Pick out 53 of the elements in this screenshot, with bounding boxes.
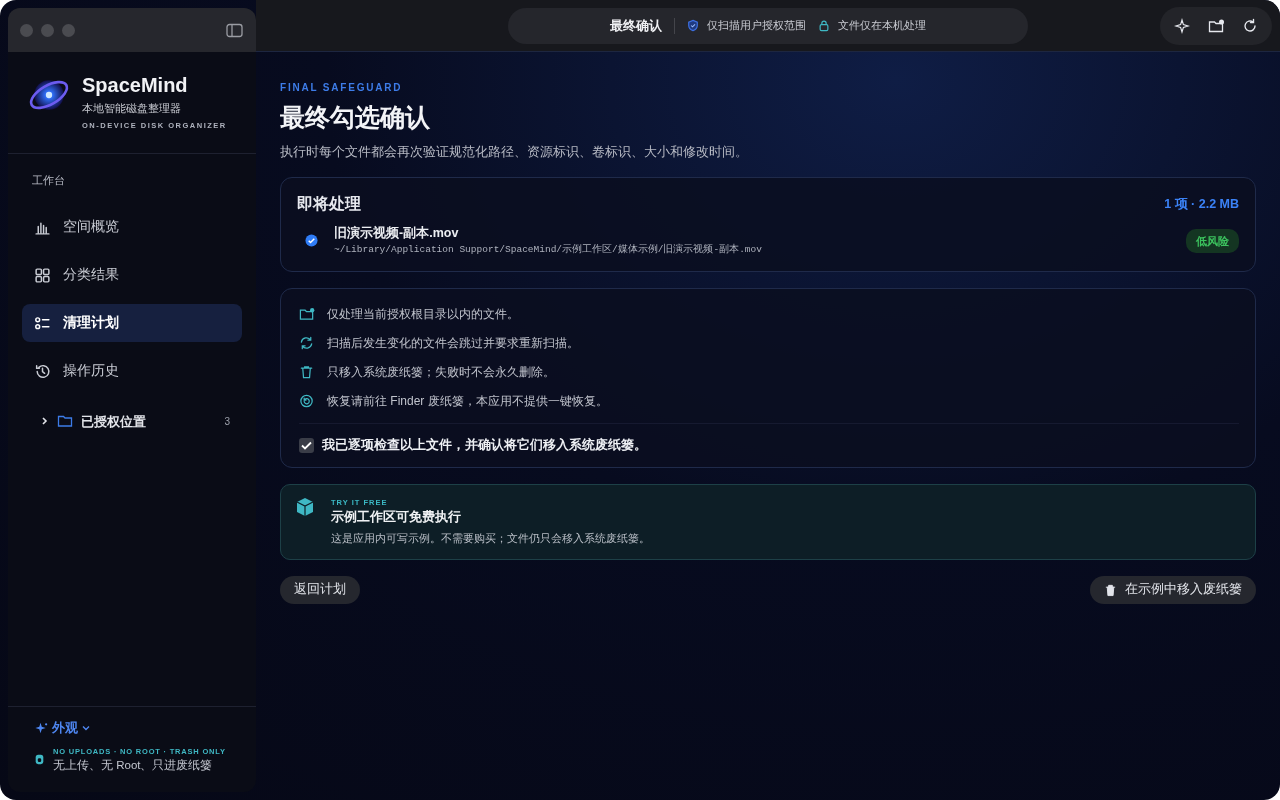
location-count: 3 bbox=[224, 414, 230, 429]
sparkle-icon bbox=[34, 721, 48, 736]
trial-title: 示例工作区可免费执行 bbox=[331, 509, 462, 527]
sidebar-item[interactable]: 分类结果 bbox=[22, 256, 242, 295]
window-title: 最终确认 bbox=[610, 16, 662, 35]
folder-plus-icon[interactable] bbox=[1208, 17, 1224, 34]
trash-icon bbox=[299, 363, 315, 380]
chevron-right-icon[interactable] bbox=[40, 416, 49, 427]
trash-icon bbox=[1104, 582, 1117, 597]
history-icon bbox=[34, 362, 51, 380]
appearance-menu[interactable]: 外观 bbox=[34, 718, 90, 738]
confirm-label[interactable]: 我已逐项检查以上文件，并确认将它们移入系统废纸篓。 bbox=[322, 436, 647, 455]
rule-text: 扫描后发生变化的文件会跳过并要求重新扫描。 bbox=[327, 334, 579, 352]
checklist-icon bbox=[34, 314, 51, 332]
confirm-checkbox[interactable] bbox=[299, 438, 314, 454]
rule-text: 恢复请前往 Finder 废纸篓，本应用不提供一键恢复。 bbox=[327, 392, 608, 410]
app-name: SpaceMind bbox=[82, 74, 189, 96]
page-title: 最终勾选确认 bbox=[280, 102, 431, 133]
lock-icon bbox=[818, 19, 830, 32]
card-title: 即将处理 bbox=[297, 194, 361, 215]
rule-text: 只移入系统废纸篓；失败时不会永久删除。 bbox=[327, 363, 555, 381]
refresh-icon[interactable] bbox=[1242, 17, 1258, 34]
sidebar-item[interactable]: 操作历史 bbox=[22, 352, 242, 391]
section-eyebrow: FINAL SAFEGUARD bbox=[280, 81, 404, 95]
scope-label: 仅扫描用户授权范围 bbox=[707, 18, 806, 34]
app-subtitle: 本地智能磁盘整理器 bbox=[82, 101, 182, 116]
checkbox[interactable] bbox=[305, 234, 318, 248]
sidebar-item[interactable]: 空间概览 bbox=[22, 208, 242, 247]
selection-summary: 1 项 · 2.2 MB bbox=[1164, 195, 1239, 213]
folder-info-icon bbox=[299, 305, 315, 322]
rule-text: 仅处理当前授权根目录以内的文件。 bbox=[327, 305, 519, 323]
sidebar-toggle-icon[interactable] bbox=[225, 22, 244, 40]
grid-icon bbox=[34, 266, 51, 284]
restore-icon bbox=[299, 392, 315, 409]
shield-icon bbox=[34, 753, 45, 767]
package-icon bbox=[295, 497, 315, 517]
sidebar-item[interactable]: 清理计划 bbox=[22, 304, 242, 343]
sync-icon bbox=[299, 334, 315, 351]
folder-icon bbox=[57, 413, 73, 430]
back-button[interactable]: 返回计划 bbox=[280, 575, 360, 604]
move-to-trash-button[interactable]: 在示例中移入废纸篓 bbox=[1090, 575, 1256, 604]
file-path: ~/Library/Application Support/SpaceMind/示例工作区/媒体示例/旧演示视频-副本.mov bbox=[334, 243, 762, 257]
risk-badge: 低风险 bbox=[1186, 228, 1239, 253]
section-label: 工作台 bbox=[31, 172, 66, 188]
trial-text: 这是应用内可写示例。不需要购买；文件仍只会移入系统废纸篓。 bbox=[331, 531, 650, 546]
page-subtitle: 执行时每个文件都会再次验证规范化路径、资源标识、卷标识、大小和修改时间。 bbox=[280, 143, 749, 161]
sparkle-icon[interactable] bbox=[1174, 17, 1190, 34]
file-name: 旧演示视频-副本.mov bbox=[334, 225, 460, 243]
locations-toggle[interactable]: 已授权位置 bbox=[81, 411, 146, 431]
caret-icon bbox=[82, 725, 90, 732]
privacy-note: 无上传、无 Root、只进废纸篓 bbox=[53, 757, 214, 773]
shield-check-icon bbox=[687, 19, 699, 32]
scope-label: 文件仅在本机处理 bbox=[838, 18, 926, 34]
